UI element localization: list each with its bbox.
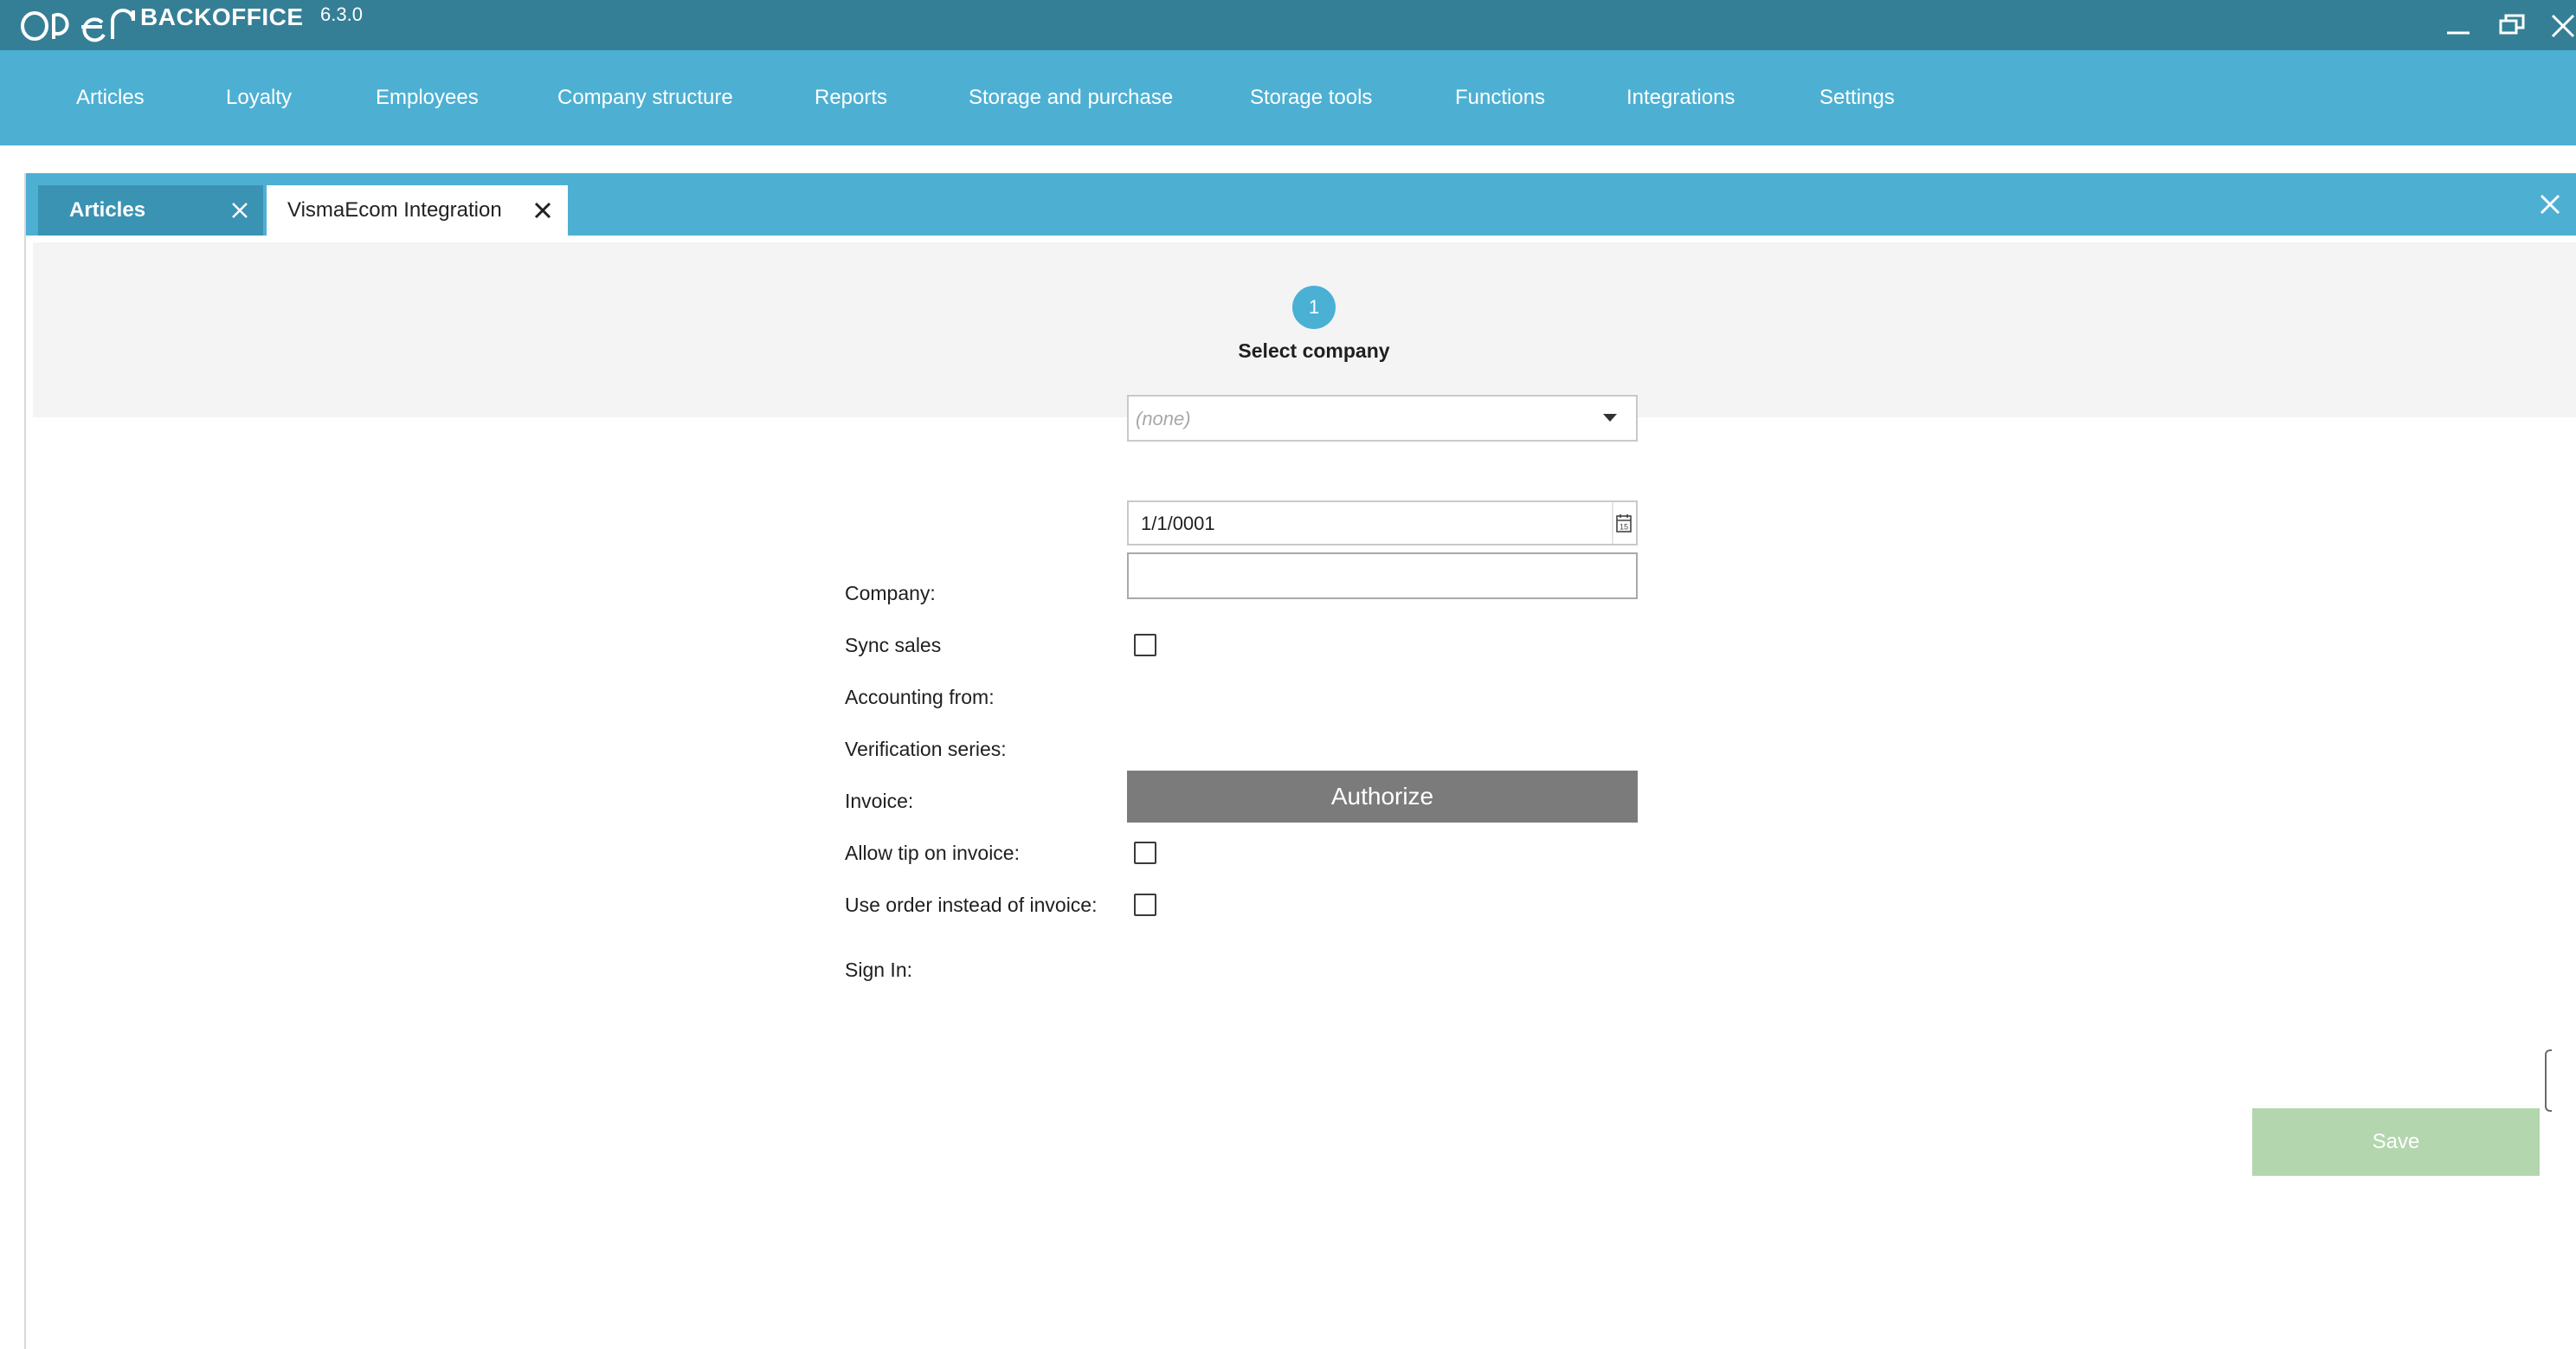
- close-all-tabs-button[interactable]: [2534, 189, 2566, 220]
- step-label: Select company: [1238, 339, 1390, 362]
- allow-tip-label: Allow tip on invoice:: [845, 842, 1020, 864]
- svg-text:15: 15: [1620, 523, 1628, 532]
- app-name: BACKOFFICE: [140, 3, 304, 30]
- open-logo: [21, 9, 135, 42]
- use-order-label: Use order instead of invoice:: [845, 894, 1098, 916]
- tab-close-button[interactable]: [227, 197, 253, 223]
- calendar-icon[interactable]: 15: [1615, 513, 1633, 533]
- main-menu: Articles Loyalty Employees Company struc…: [0, 50, 2576, 145]
- company-label: Company:: [845, 582, 936, 604]
- sync-sales-label: Sync sales: [845, 634, 942, 656]
- close-icon: [232, 203, 248, 218]
- divider: [1612, 502, 1613, 544]
- content-frame: Articles VismaEcom Integration 1 Select …: [24, 173, 2576, 1349]
- restore-icon: [2499, 14, 2525, 35]
- restore-button[interactable]: [2488, 3, 2536, 47]
- menu-item-integrations[interactable]: Integrations: [1626, 50, 1735, 145]
- close-icon: [2551, 14, 2575, 38]
- verification-series-input[interactable]: [1127, 552, 1638, 599]
- accounting-from-date-picker: 15: [1127, 500, 1638, 545]
- sign-in-label: Sign In:: [845, 958, 912, 981]
- menu-item-articles[interactable]: Articles: [76, 50, 145, 145]
- menu-item-settings[interactable]: Settings: [1819, 50, 1895, 145]
- minimize-icon: [2447, 31, 2470, 35]
- authorize-button[interactable]: Authorize: [1127, 771, 1638, 823]
- menu-item-storage-tools[interactable]: Storage tools: [1250, 50, 1372, 145]
- close-icon: [2540, 194, 2560, 215]
- save-button[interactable]: Save: [2252, 1108, 2540, 1176]
- use-order-checkbox[interactable]: [1134, 894, 1156, 916]
- tab-close-button[interactable]: [530, 197, 556, 223]
- app-version: 6.3.0: [320, 3, 363, 25]
- sync-sales-checkbox[interactable]: [1134, 634, 1156, 656]
- menu-item-reports[interactable]: Reports: [815, 50, 887, 145]
- menu-item-functions[interactable]: Functions: [1455, 50, 1545, 145]
- scroll-handle[interactable]: [2545, 1049, 2552, 1112]
- tab-label: VismaEcom Integration: [287, 198, 502, 222]
- menu-item-company-structure[interactable]: Company structure: [557, 50, 733, 145]
- chevron-down-icon: [1603, 414, 1617, 422]
- company-select-value: (none): [1136, 408, 1191, 429]
- tab-strip: Articles VismaEcom Integration: [26, 173, 2576, 236]
- wizard-steps: 1 Select company: [33, 242, 2576, 417]
- step-indicator: 1: [1292, 286, 1336, 329]
- title-bar: BACKOFFICE 6.3.0: [0, 0, 2576, 50]
- verification-series-label: Verification series:: [845, 738, 1007, 760]
- minimize-button[interactable]: [2434, 3, 2483, 47]
- window-close-button[interactable]: [2538, 3, 2576, 47]
- tab-label: Articles: [69, 198, 146, 222]
- company-select[interactable]: (none): [1127, 395, 1638, 442]
- allow-tip-checkbox[interactable]: [1134, 842, 1156, 864]
- invoice-label: Invoice:: [845, 790, 914, 812]
- close-icon: [534, 202, 551, 219]
- menu-item-employees[interactable]: Employees: [376, 50, 479, 145]
- accounting-from-label: Accounting from:: [845, 686, 995, 708]
- tab-vismaecom-integration[interactable]: VismaEcom Integration: [267, 185, 568, 236]
- menu-item-loyalty[interactable]: Loyalty: [226, 50, 292, 145]
- accounting-from-input[interactable]: [1141, 513, 1574, 535]
- menu-item-storage-and-purchase[interactable]: Storage and purchase: [969, 50, 1173, 145]
- tab-articles[interactable]: Articles: [38, 185, 263, 236]
